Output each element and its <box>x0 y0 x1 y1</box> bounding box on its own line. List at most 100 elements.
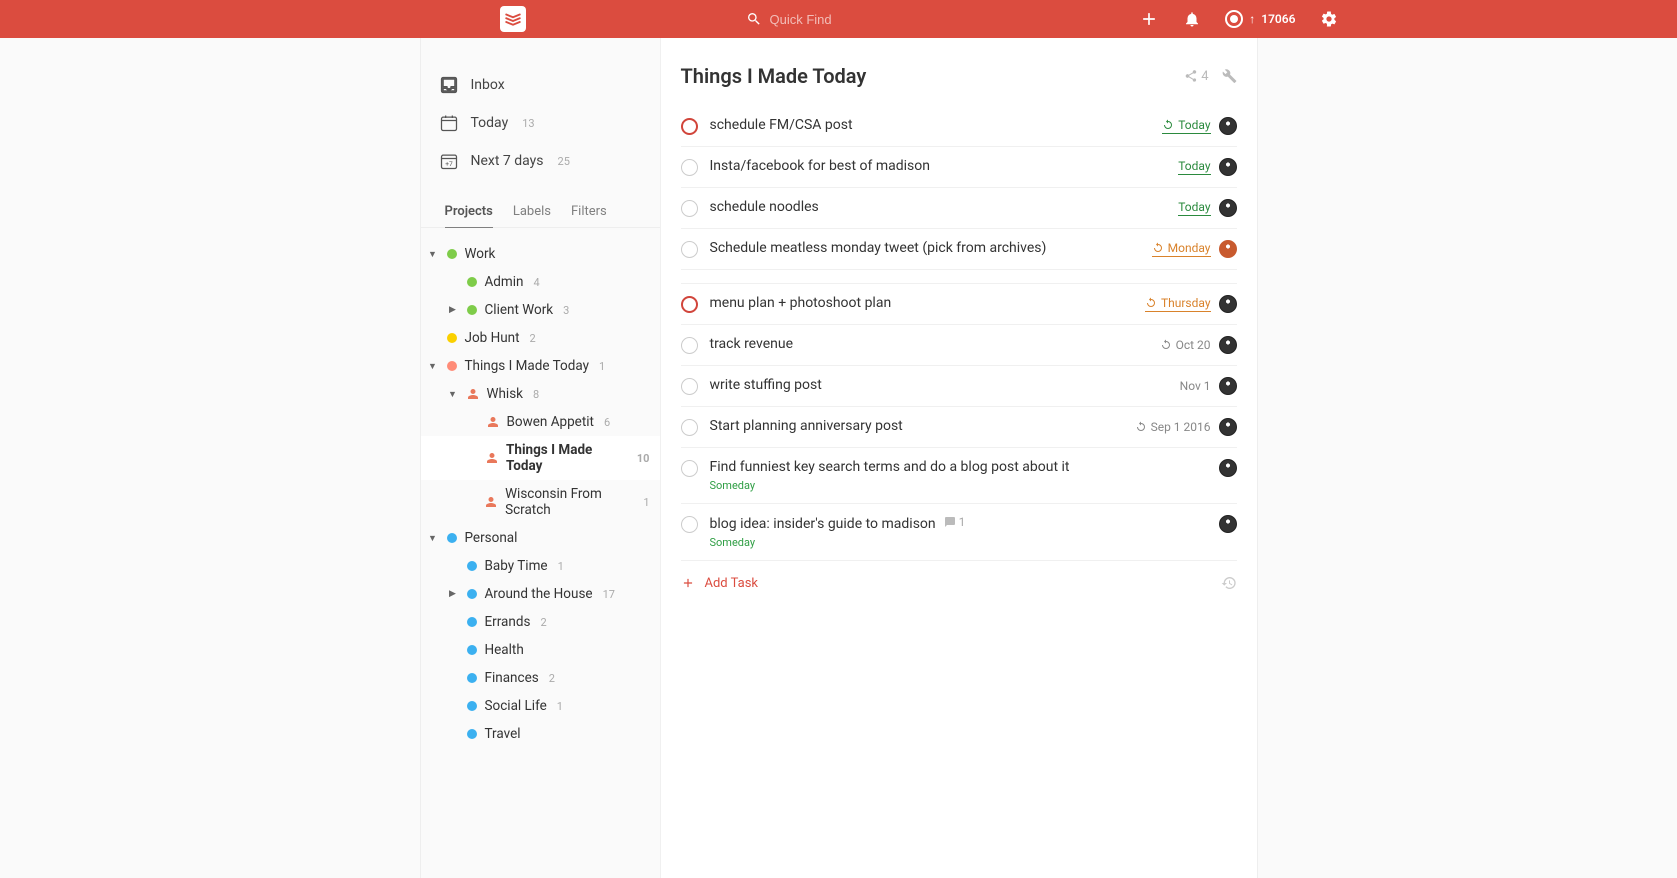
task-row[interactable]: track revenueOct 20 <box>681 325 1237 366</box>
expand-arrow[interactable]: ▼ <box>447 389 459 400</box>
assignee-avatar[interactable] <box>1219 117 1237 135</box>
task-due[interactable]: Nov 1 <box>1180 379 1211 394</box>
task-checkbox[interactable] <box>681 200 698 217</box>
expand-arrow[interactable]: ▶ <box>447 589 459 599</box>
project-label: Job Hunt <box>465 330 520 346</box>
gear-icon[interactable] <box>1320 10 1338 28</box>
task-meta: Today <box>1162 117 1236 135</box>
assignee-avatar[interactable] <box>1219 295 1237 313</box>
project-item[interactable]: Errands2 <box>421 608 660 636</box>
project-label: Health <box>485 642 524 658</box>
task-row[interactable]: Schedule meatless monday tweet (pick fro… <box>681 229 1237 270</box>
project-item[interactable]: Finances2 <box>421 664 660 692</box>
task-checkbox[interactable] <box>681 118 698 135</box>
wrench-icon[interactable] <box>1221 68 1237 84</box>
task-checkbox[interactable] <box>681 296 698 313</box>
assignee-avatar[interactable] <box>1219 418 1237 436</box>
expand-arrow[interactable]: ▼ <box>427 361 439 372</box>
project-item[interactable]: ▼Things I Made Today1 <box>421 352 660 380</box>
task-checkbox[interactable] <box>681 159 698 176</box>
task-checkbox[interactable] <box>681 419 698 436</box>
tab-projects[interactable]: Projects <box>445 196 493 228</box>
assignee-avatar[interactable] <box>1219 240 1237 258</box>
project-title: Things I Made Today <box>681 64 867 88</box>
task-due[interactable]: Today <box>1162 118 1210 134</box>
project-count: 4 <box>534 276 540 289</box>
comment-badge[interactable]: 1 <box>944 515 966 529</box>
assignee-avatar[interactable] <box>1219 459 1237 477</box>
project-item[interactable]: Job Hunt2 <box>421 324 660 352</box>
task-due[interactable]: Monday <box>1152 241 1211 257</box>
task-row[interactable]: schedule noodlesToday <box>681 188 1237 229</box>
person-icon <box>487 416 499 428</box>
task-checkbox[interactable] <box>681 378 698 395</box>
project-item[interactable]: Admin 4 <box>421 268 660 296</box>
nav-today[interactable]: Today 13 <box>421 104 660 142</box>
task-due[interactable]: Oct 20 <box>1160 338 1211 353</box>
karma-indicator[interactable]: ↑ 17066 <box>1225 10 1295 28</box>
recur-icon <box>1145 297 1157 309</box>
tab-labels[interactable]: Labels <box>513 196 551 227</box>
topbar-actions: ↑ 17066 <box>1139 9 1337 29</box>
project-count: 1 <box>599 360 605 373</box>
task-title: blog idea: insider's guide to madison1 <box>710 515 1207 532</box>
project-item[interactable]: ▼Personal <box>421 524 660 552</box>
task-due[interactable]: Sep 1 2016 <box>1135 420 1211 435</box>
assignee-avatar[interactable] <box>1219 199 1237 217</box>
project-item[interactable]: ▶Client Work3 <box>421 296 660 324</box>
task-due[interactable]: Thursday <box>1145 296 1211 312</box>
task-row[interactable]: schedule FM/CSA postToday <box>681 106 1237 147</box>
task-row[interactable]: blog idea: insider's guide to madison1So… <box>681 504 1237 561</box>
search-input[interactable] <box>770 12 920 27</box>
project-label: Bowen Appetit <box>507 414 594 430</box>
add-task-button[interactable]: Add Task <box>681 576 759 591</box>
project-label: Things I Made Today <box>506 442 627 474</box>
project-item[interactable]: Wisconsin From Scratch1 <box>421 480 660 524</box>
project-item[interactable]: Things I Made Today10 <box>421 436 660 480</box>
project-color-dot <box>447 333 457 343</box>
person-icon <box>467 388 479 400</box>
share-button[interactable]: 4 <box>1184 69 1208 84</box>
app-logo[interactable] <box>500 6 526 32</box>
assignee-avatar[interactable] <box>1219 158 1237 176</box>
recur-icon <box>1135 421 1147 433</box>
task-checkbox[interactable] <box>681 337 698 354</box>
project-item[interactable]: ▼Work <box>421 240 660 268</box>
nav-inbox[interactable]: Inbox <box>421 66 660 104</box>
project-item[interactable]: Health <box>421 636 660 664</box>
nav-count: 13 <box>522 117 534 130</box>
task-meta: Oct 20 <box>1160 336 1237 354</box>
assignee-avatar[interactable] <box>1219 515 1237 533</box>
task-checkbox[interactable] <box>681 516 698 533</box>
nav-count: 25 <box>558 155 570 168</box>
task-row[interactable]: Insta/facebook for best of madisonToday <box>681 147 1237 188</box>
task-checkbox[interactable] <box>681 241 698 258</box>
assignee-avatar[interactable] <box>1219 377 1237 395</box>
nav-label: Today <box>471 115 509 131</box>
project-item[interactable]: ▶Around the House17 <box>421 580 660 608</box>
notifications-icon[interactable] <box>1183 10 1201 28</box>
task-row[interactable]: menu plan + photoshoot planThursday <box>681 284 1237 325</box>
project-color-dot <box>467 701 477 711</box>
search-icon <box>746 11 762 27</box>
nav-next7[interactable]: +7 Next 7 days 25 <box>421 142 660 180</box>
task-row[interactable]: write stuffing postNov 1 <box>681 366 1237 407</box>
assignee-avatar[interactable] <box>1219 336 1237 354</box>
expand-arrow[interactable]: ▼ <box>427 533 439 544</box>
add-task-icon[interactable] <box>1139 9 1159 29</box>
expand-arrow[interactable]: ▶ <box>447 305 459 315</box>
project-item[interactable]: Social Life1 <box>421 692 660 720</box>
project-item[interactable]: Travel <box>421 720 660 748</box>
task-row[interactable]: Find funniest key search terms and do a … <box>681 448 1237 504</box>
history-icon[interactable] <box>1221 575 1237 591</box>
task-due[interactable]: Today <box>1178 159 1210 175</box>
task-due[interactable]: Today <box>1178 200 1210 216</box>
task-row[interactable]: Start planning anniversary postSep 1 201… <box>681 407 1237 448</box>
project-item[interactable]: ▼Whisk8 <box>421 380 660 408</box>
project-item[interactable]: Bowen Appetit6 <box>421 408 660 436</box>
expand-arrow[interactable]: ▼ <box>427 249 439 260</box>
tab-filters[interactable]: Filters <box>571 196 607 227</box>
task-checkbox[interactable] <box>681 460 698 477</box>
project-label: Admin <box>485 274 524 290</box>
project-item[interactable]: Baby Time1 <box>421 552 660 580</box>
